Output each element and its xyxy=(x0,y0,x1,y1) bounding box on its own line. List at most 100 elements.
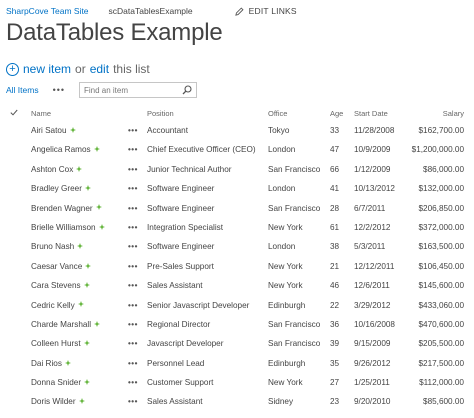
row-name-text[interactable]: Brenden Wagner xyxy=(31,204,93,213)
row-name-text[interactable]: Angelica Ramos xyxy=(31,145,91,154)
table-row[interactable]: Airi Satou ••• Accountant Tokyo 33 11/28/2008… xyxy=(0,122,474,141)
row-menu-button[interactable]: ••• xyxy=(128,242,138,251)
table-row[interactable]: Brielle Williamson ••• Integration Special… xyxy=(0,219,474,238)
pencil-icon xyxy=(234,6,244,16)
row-position: Personnel Lead xyxy=(147,358,205,368)
row-salary: $206,850.00 xyxy=(418,203,464,213)
row-name-text[interactable]: Donna Snider xyxy=(31,378,81,387)
row-name[interactable]: Caesar Vance xyxy=(31,262,92,271)
row-menu-button[interactable]: ••• xyxy=(128,281,138,290)
row-menu-button[interactable]: ••• xyxy=(128,223,138,232)
column-header-position[interactable]: Position xyxy=(147,109,174,118)
row-start-date: 6/7/2011 xyxy=(354,203,386,213)
edit-list-link[interactable]: edit xyxy=(90,62,109,76)
table-row[interactable]: Cara Stevens ••• Sales Assistant New York 46… xyxy=(0,277,474,296)
table-row[interactable]: Ashton Cox ••• Junior Technical Author San … xyxy=(0,161,474,180)
grid-body: Airi Satou ••• Accountant Tokyo 33 11/28/2008… xyxy=(0,122,474,413)
row-salary: $217,500.00 xyxy=(418,358,464,368)
table-row[interactable]: Doris Wilder ••• Sales Assistant Sidney 23 9/… xyxy=(0,393,474,412)
view-all-items[interactable]: All Items xyxy=(6,85,39,95)
column-header-office[interactable]: Office xyxy=(268,109,287,118)
edit-links-button[interactable]: EDIT LINKS xyxy=(234,6,297,16)
row-start-date: 10/16/2008 xyxy=(354,319,395,329)
table-row[interactable]: Bradley Greer ••• Software Engineer London 4… xyxy=(0,180,474,199)
row-name[interactable]: Airi Satou xyxy=(31,126,76,135)
view-more-menu[interactable]: ••• xyxy=(53,85,65,95)
row-start-date: 12/2/2012 xyxy=(354,222,391,232)
page-link[interactable]: scDataTablesExample xyxy=(109,6,193,16)
search-input[interactable] xyxy=(84,85,180,95)
row-salary: $1,200,000.00 xyxy=(411,145,464,155)
row-name[interactable]: Donna Snider xyxy=(31,378,91,387)
column-header-age[interactable]: Age xyxy=(330,109,343,118)
search-box[interactable] xyxy=(79,82,197,98)
table-row[interactable]: Cedric Kelly ••• Senior Javascript Develop… xyxy=(0,297,474,316)
table-row[interactable]: Charde Marshall ••• Regional Director San F… xyxy=(0,316,474,335)
row-menu-button[interactable]: ••• xyxy=(128,339,138,348)
row-name[interactable]: Bruno Nash xyxy=(31,242,84,251)
row-name[interactable]: Brielle Williamson xyxy=(31,223,105,232)
row-name-text[interactable]: Doris Wilder xyxy=(31,397,76,406)
row-name[interactable]: Brenden Wagner xyxy=(31,204,102,213)
row-menu-button[interactable]: ••• xyxy=(128,301,138,310)
new-badge-icon xyxy=(69,126,76,133)
row-name-text[interactable]: Bruno Nash xyxy=(31,242,74,251)
row-menu-button[interactable]: ••• xyxy=(128,397,138,406)
site-link[interactable]: SharpCove Team Site xyxy=(6,6,89,16)
table-row[interactable]: Dai Rios ••• Personnel Lead Edinburgh 35 9/26… xyxy=(0,355,474,374)
row-position: Sales Assistant xyxy=(147,281,203,291)
table-row[interactable]: Donna Snider ••• Customer Support New York 2… xyxy=(0,374,474,393)
row-menu-button[interactable]: ••• xyxy=(128,165,138,174)
row-name[interactable]: Cedric Kelly xyxy=(31,301,84,310)
table-row[interactable]: Colleen Hurst ••• Javascript Developer San … xyxy=(0,335,474,354)
row-name-text[interactable]: Bradley Greer xyxy=(31,184,82,193)
new-badge-icon xyxy=(93,146,100,153)
row-name[interactable]: Charde Marshall xyxy=(31,320,101,329)
row-name[interactable]: Doris Wilder xyxy=(31,397,85,406)
row-menu-button[interactable]: ••• xyxy=(128,262,138,271)
row-menu-button[interactable]: ••• xyxy=(128,204,138,213)
row-name[interactable]: Cara Stevens xyxy=(31,281,90,290)
row-name[interactable]: Dai Rios xyxy=(31,359,71,368)
row-name-text[interactable]: Charde Marshall xyxy=(31,320,91,329)
table-row[interactable]: Bruno Nash ••• Software Engineer London 38 5/… xyxy=(0,238,474,257)
row-menu-button[interactable]: ••• xyxy=(128,320,138,329)
row-menu-button[interactable]: ••• xyxy=(128,145,138,154)
row-salary: $470,600.00 xyxy=(418,319,464,329)
row-name-text[interactable]: Ashton Cox xyxy=(31,165,73,174)
column-header-start-date[interactable]: Start Date xyxy=(354,109,388,118)
column-header-salary[interactable]: Salary xyxy=(443,109,464,118)
column-header-name[interactable]: Name xyxy=(31,109,51,118)
row-name-text[interactable]: Cedric Kelly xyxy=(31,301,75,310)
new-item-link[interactable]: new item xyxy=(23,62,71,76)
table-row[interactable]: Angelica Ramos ••• Chief Executive Officer… xyxy=(0,141,474,160)
row-start-date: 1/12/2009 xyxy=(354,164,391,174)
row-name[interactable]: Bradley Greer xyxy=(31,184,91,193)
search-icon[interactable] xyxy=(182,85,192,95)
table-row[interactable]: Brenden Wagner ••• Software Engineer San Fr… xyxy=(0,200,474,219)
table-row[interactable]: Caesar Vance ••• Pre-Sales Support New York… xyxy=(0,258,474,277)
row-name[interactable]: Ashton Cox xyxy=(31,165,83,174)
new-badge-icon xyxy=(77,301,84,308)
row-salary: $112,000.00 xyxy=(419,378,464,388)
add-icon[interactable]: + xyxy=(6,62,19,76)
checkmark-icon xyxy=(10,109,18,116)
row-position: Accountant xyxy=(147,126,188,135)
row-name-text[interactable]: Cara Stevens xyxy=(31,281,81,290)
select-all-checkmark[interactable] xyxy=(10,109,18,118)
row-office: Edinburgh xyxy=(268,358,306,368)
row-menu-button[interactable]: ••• xyxy=(128,359,138,368)
row-menu-button[interactable]: ••• xyxy=(128,126,138,135)
row-menu-button[interactable]: ••• xyxy=(128,184,138,193)
row-name-text[interactable]: Colleen Hurst xyxy=(31,339,81,348)
row-menu-button[interactable]: ••• xyxy=(128,378,138,387)
row-name-text[interactable]: Dai Rios xyxy=(31,359,62,368)
row-name-text[interactable]: Airi Satou xyxy=(31,126,67,135)
row-name[interactable]: Colleen Hurst xyxy=(31,339,90,348)
new-badge-icon xyxy=(77,243,84,250)
row-position: Javascript Developer xyxy=(147,339,224,349)
row-name-text[interactable]: Brielle Williamson xyxy=(31,223,96,232)
row-name-text[interactable]: Caesar Vance xyxy=(31,262,82,271)
row-name[interactable]: Angelica Ramos xyxy=(31,145,100,154)
row-position: Regional Director xyxy=(147,319,211,329)
